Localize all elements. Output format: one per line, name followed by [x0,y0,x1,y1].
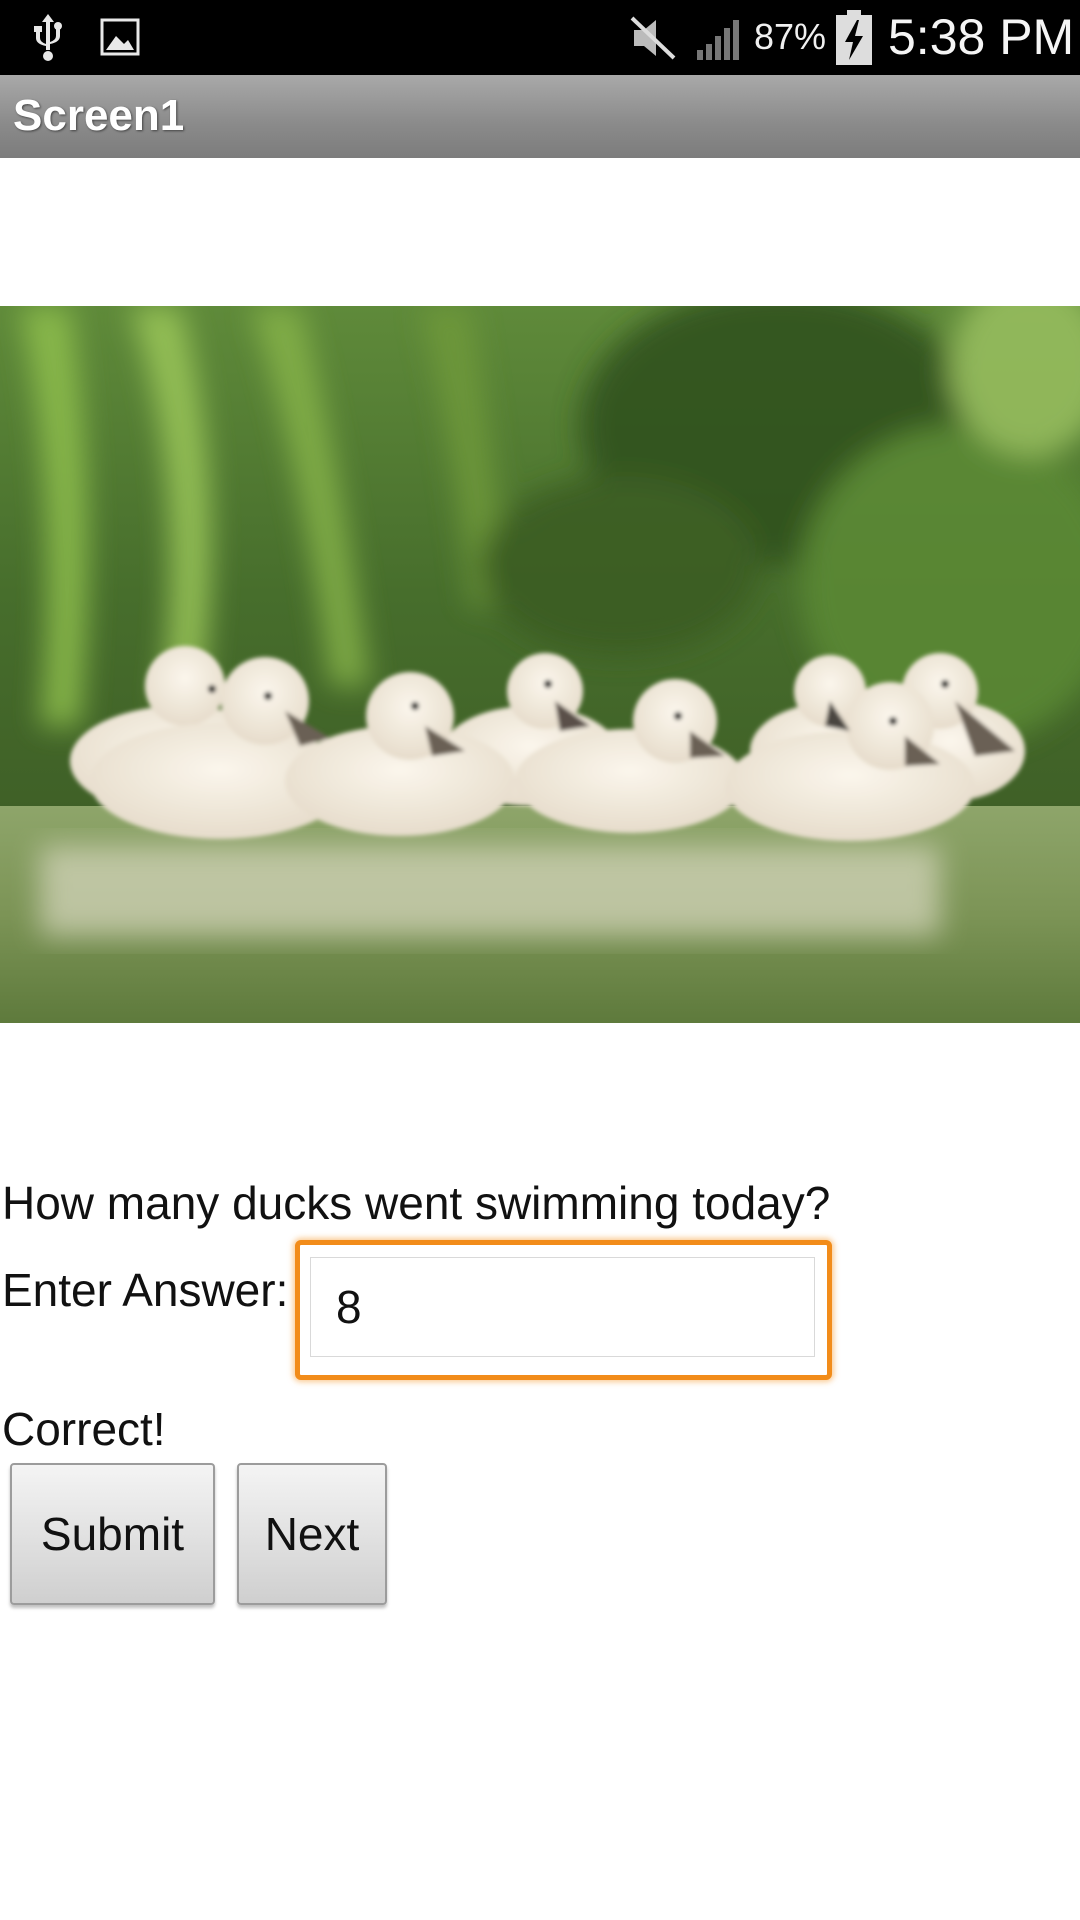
usb-icon [34,14,62,61]
screen-title: Screen1 [13,91,185,140]
battery-percent: 87% [754,16,827,57]
status-bar: 87% 5:38 PM [0,0,1080,75]
signal-icon [697,20,739,60]
next-button[interactable]: Next [237,1463,387,1605]
answer-input[interactable] [310,1257,815,1357]
result-label: Correct! [2,1403,166,1455]
question-label: How many ducks went swimming today? [2,1177,831,1229]
answer-field-frame[interactable] [295,1240,832,1380]
title-bar: Screen1 [0,75,1080,158]
submit-button[interactable]: Submit [10,1463,215,1605]
battery-charging-icon [836,10,872,65]
clock: 5:38 PM [888,9,1075,65]
swan-cygnets-image [0,306,1080,1023]
mute-icon [630,16,676,60]
gallery-icon [100,18,140,56]
answer-label: Enter Answer: [2,1264,289,1316]
